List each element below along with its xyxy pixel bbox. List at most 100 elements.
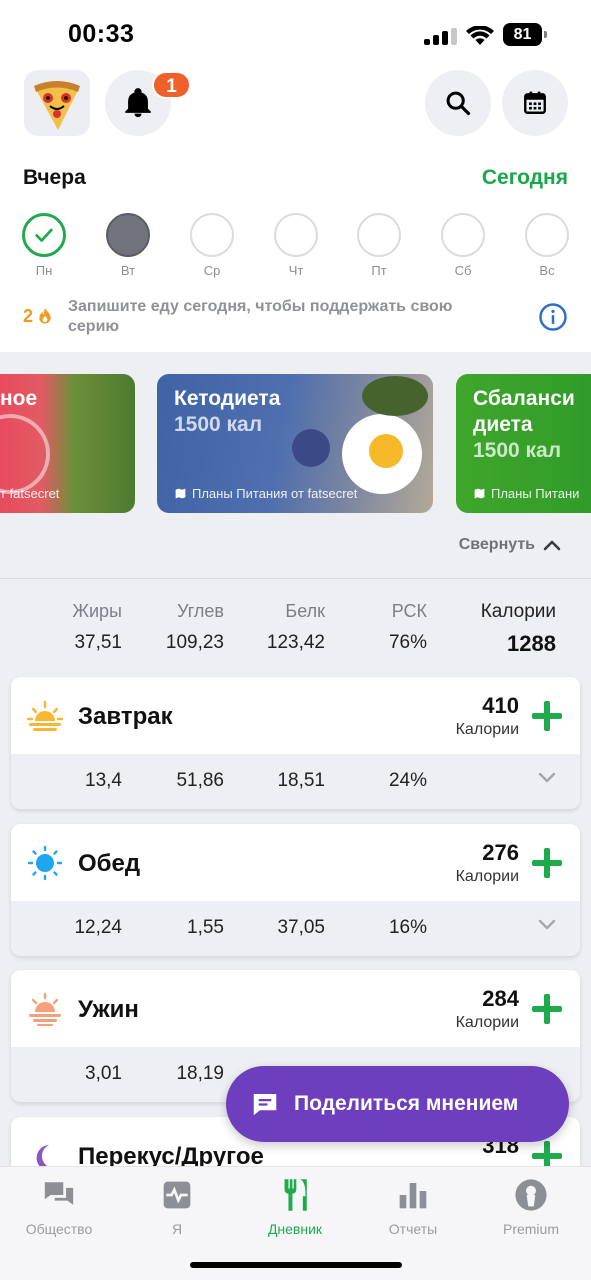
today-button[interactable]: Сегодня bbox=[482, 166, 568, 190]
tab-premium[interactable]: Premium bbox=[472, 1175, 590, 1237]
feedback-button[interactable]: Поделиться мнением bbox=[226, 1066, 569, 1142]
check-icon bbox=[35, 228, 53, 242]
tab-label: Premium bbox=[502, 1221, 559, 1237]
day-label: Чт bbox=[288, 263, 304, 278]
day-label: Пн bbox=[35, 263, 53, 278]
home-indicator bbox=[190, 1262, 402, 1268]
day-sunday[interactable]: Вс bbox=[517, 213, 577, 278]
streak-message: Запишите еду сегодня, чтобы поддержать с… bbox=[68, 298, 453, 335]
day-saturday[interactable]: Сб bbox=[433, 213, 493, 278]
tab-me[interactable]: Я bbox=[118, 1175, 236, 1237]
meal-macros: 12,24 1,55 37,05 16% bbox=[11, 901, 580, 956]
feedback-label: Поделиться мнением bbox=[294, 1092, 519, 1115]
promo-card-keto[interactable]: Кетодиета 1500 кал Планы Питания от fats… bbox=[157, 374, 433, 513]
week-strip: Пн Вт Ср Чт Пт Сб Вс bbox=[0, 213, 591, 283]
chevron-up-icon bbox=[543, 540, 561, 551]
collapse-label: Свернуть bbox=[458, 536, 535, 553]
meal-calories: 276 Калории bbox=[455, 840, 519, 885]
add-food-button[interactable] bbox=[532, 701, 562, 731]
status-bar: 00:33 81 bbox=[0, 0, 591, 70]
day-monday[interactable]: Пн bbox=[14, 213, 74, 278]
tab-community[interactable]: Общество bbox=[0, 1175, 118, 1237]
summary-header: Углев bbox=[177, 601, 224, 621]
sunset-icon bbox=[29, 992, 61, 1026]
meal-header: Ужин 284 Калории bbox=[11, 970, 580, 1047]
calendar-button[interactable] bbox=[502, 70, 568, 136]
chevron-down-icon[interactable] bbox=[538, 919, 556, 931]
search-button[interactable] bbox=[425, 70, 491, 136]
tab-reports[interactable]: Отчеты bbox=[354, 1175, 472, 1237]
summary-calories: Калории 1288 bbox=[481, 601, 556, 657]
promo-title: Сбаланси диета 1500 кал bbox=[473, 387, 575, 462]
day-circle bbox=[525, 213, 569, 257]
calendar-icon bbox=[524, 91, 546, 114]
collapse-button[interactable]: Свернуть bbox=[459, 536, 561, 554]
meal-name: Завтрак bbox=[78, 703, 173, 730]
promo-footer: Планы Питания от fatsecret bbox=[174, 486, 357, 501]
previous-day-button[interactable]: Вчера bbox=[23, 166, 86, 190]
summary-rsk: РСК 76% bbox=[389, 601, 427, 654]
day-circle bbox=[190, 213, 234, 257]
meal-rsk: 24% bbox=[388, 770, 427, 791]
tab-label: Дневник bbox=[267, 1221, 323, 1237]
signal-icon bbox=[424, 28, 458, 45]
day-friday[interactable]: Пт bbox=[349, 213, 409, 278]
meal-header: Обед 276 Калории bbox=[11, 824, 580, 901]
meal-rsk: 16% bbox=[388, 917, 427, 938]
day-circle bbox=[357, 213, 401, 257]
meal-calories: 284 Калории bbox=[455, 986, 519, 1031]
battery-level: 81 bbox=[503, 23, 542, 46]
summary-header: Жиры bbox=[72, 601, 122, 621]
avatar[interactable] bbox=[24, 70, 90, 136]
premium-icon bbox=[515, 1179, 547, 1211]
sunrise-icon bbox=[27, 700, 63, 731]
meal-fat: 13,4 bbox=[85, 770, 122, 791]
day-label: Ср bbox=[203, 263, 221, 278]
summary-value: 37,51 bbox=[74, 632, 122, 653]
pizza-avatar-icon bbox=[34, 81, 80, 130]
heart-pulse-icon bbox=[163, 1181, 191, 1209]
streak-count: 2 bbox=[23, 306, 52, 327]
streak-banner: 2 Запишите еду сегодня, чтобы поддержать… bbox=[23, 297, 568, 341]
add-food-button[interactable] bbox=[532, 848, 562, 878]
bar-chart-icon bbox=[399, 1183, 427, 1209]
battery-icon: 81 bbox=[503, 23, 547, 46]
promo-card[interactable]: ное т fatsecret bbox=[0, 374, 135, 513]
meal-name: Обед bbox=[78, 850, 141, 877]
day-circle bbox=[106, 213, 150, 257]
day-tuesday[interactable]: Вт bbox=[98, 213, 158, 278]
day-label: Сб bbox=[454, 263, 472, 278]
day-thursday[interactable]: Чт bbox=[266, 213, 326, 278]
promo-title: ное bbox=[0, 387, 38, 410]
meal-card-breakfast[interactable]: Завтрак 410 Калории 13,4 51,86 18,51 24% bbox=[11, 677, 580, 809]
summary-carbs: Углев 109,23 bbox=[166, 601, 224, 654]
tab-label: Я bbox=[171, 1221, 183, 1237]
meal-fat: 12,24 bbox=[74, 917, 122, 938]
meal-card-lunch[interactable]: Обед 276 Калории 12,24 1,55 37,05 16% bbox=[11, 824, 580, 956]
meal-carbs: 51,86 bbox=[176, 770, 224, 791]
meal-carbs: 18,19 bbox=[176, 1063, 224, 1084]
tab-diary[interactable]: Дневник bbox=[236, 1175, 354, 1237]
summary-header: Калории bbox=[480, 601, 556, 622]
chevron-down-icon[interactable] bbox=[538, 772, 556, 784]
status-time: 00:33 bbox=[68, 20, 135, 48]
summary-value: 123,42 bbox=[266, 632, 325, 653]
summary-value: 109,23 bbox=[165, 632, 224, 653]
meal-carbs: 1,55 bbox=[187, 917, 224, 938]
tab-label: Общество bbox=[25, 1221, 93, 1237]
day-wednesday[interactable]: Ср bbox=[182, 213, 242, 278]
add-food-button[interactable] bbox=[532, 994, 562, 1024]
bell-icon bbox=[125, 88, 151, 118]
info-icon[interactable] bbox=[538, 302, 568, 332]
day-label: Вс bbox=[539, 263, 555, 278]
summary-header: Белк bbox=[285, 601, 325, 621]
promo-card-balanced[interactable]: Сбаланси диета 1500 кал Планы Питани bbox=[456, 374, 591, 513]
summary-protein: Белк 123,42 bbox=[267, 601, 325, 654]
flame-icon bbox=[39, 307, 51, 324]
promo-title: Кетодиета 1500 кал bbox=[174, 387, 281, 436]
meal-calories: 410 Калории bbox=[455, 693, 519, 738]
search-icon bbox=[446, 91, 471, 116]
chat-icon bbox=[44, 1182, 74, 1205]
day-circle bbox=[441, 213, 485, 257]
day-label: Пт bbox=[371, 263, 387, 278]
